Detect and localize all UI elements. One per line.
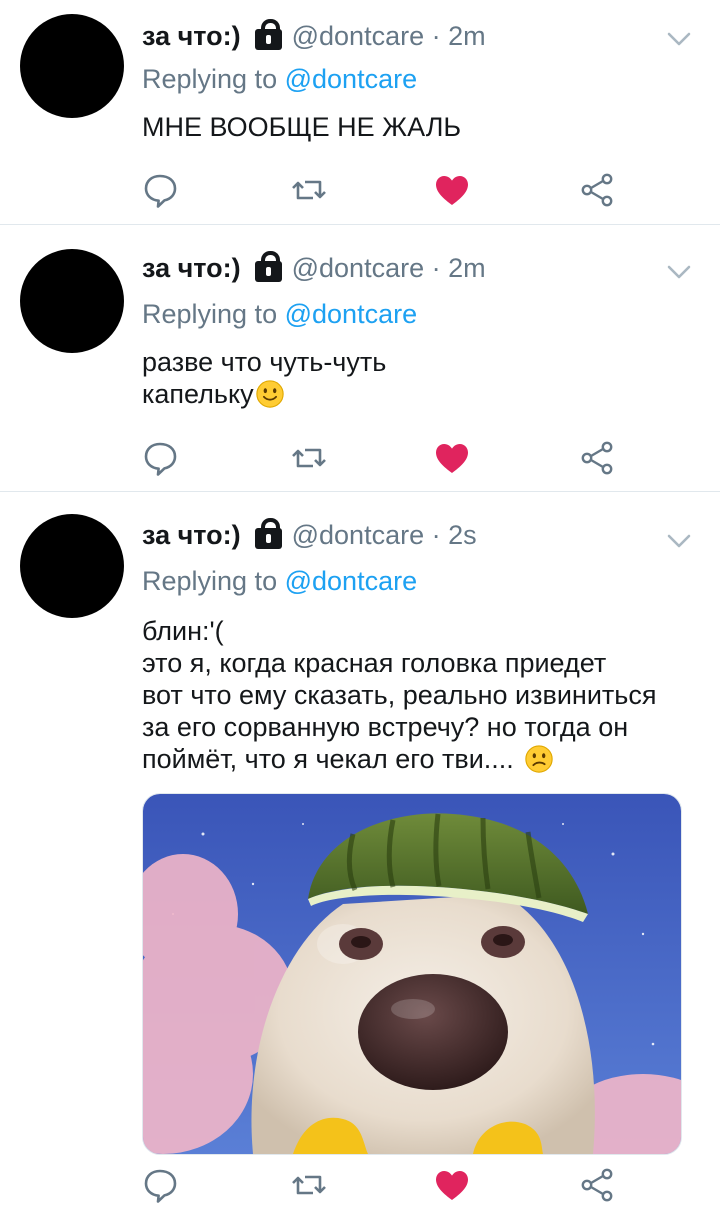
retweet-icon[interactable] <box>289 1165 329 1205</box>
user-handle[interactable]: @dontcare <box>292 520 424 551</box>
avatar[interactable] <box>20 249 124 353</box>
tweet-media-image[interactable] <box>142 793 682 1155</box>
timestamp[interactable]: 2m <box>448 21 486 52</box>
retweet-icon[interactable] <box>289 438 329 478</box>
tweet-text-line: капельку <box>142 378 702 410</box>
tweet-text-line: поймёт, что я чекал его тви.... <box>142 743 702 775</box>
tweet-text-line-content: капельку <box>142 379 254 409</box>
separator-dot: · <box>424 252 449 283</box>
tweet-header: за что:) @dontcare · 2m <box>142 248 486 288</box>
reply-icon[interactable] <box>140 438 180 478</box>
timestamp[interactable]: 2m <box>448 253 486 284</box>
tweet-text-line-content: поймёт, что я чекал его тви.... <box>142 744 514 774</box>
display-name[interactable]: за что:) <box>142 520 241 551</box>
tweet-header: за что:) @dontcare · 2m <box>142 16 486 56</box>
replying-to: Replying to @dontcare <box>142 64 417 95</box>
replying-to-handle[interactable]: @dontcare <box>285 299 417 329</box>
retweet-icon[interactable] <box>289 170 329 210</box>
user-handle[interactable]: @dontcare <box>292 21 424 52</box>
reply-icon[interactable] <box>140 1165 180 1205</box>
display-name[interactable]: за что:) <box>142 21 241 52</box>
heart-icon[interactable] <box>432 170 472 210</box>
display-name[interactable]: за что:) <box>142 253 241 284</box>
tweet-text-line: это я, когда красная головка приедет <box>142 648 607 678</box>
replying-to-handle[interactable]: @dontcare <box>285 566 417 596</box>
chevron-down-icon[interactable] <box>666 528 692 554</box>
smiling-face-emoji-icon <box>255 379 285 409</box>
replying-to-label: Replying to <box>142 64 278 94</box>
replying-to-handle[interactable]: @dontcare <box>285 64 417 94</box>
share-icon[interactable] <box>577 1165 617 1205</box>
replying-to-label: Replying to <box>142 299 278 329</box>
lock-icon <box>254 251 282 282</box>
replying-to: Replying to @dontcare <box>142 566 417 597</box>
reply-icon[interactable] <box>140 170 180 210</box>
tweet-text-line: за его сорванную встречу? но тогда он <box>142 712 629 742</box>
tweet-text: разве что чуть-чуть капельку <box>142 346 702 410</box>
tweet-text: МНЕ ВООБЩЕ НЕ ЖАЛЬ <box>142 112 462 142</box>
heart-icon[interactable] <box>432 1165 472 1205</box>
dog-watermelon-helmet-photo <box>143 794 681 1154</box>
chevron-down-icon[interactable] <box>666 259 692 285</box>
confused-face-emoji-icon <box>524 744 554 774</box>
tweet-text: блин:'( это я, когда красная головка при… <box>142 615 702 775</box>
tweet-text-line: блин:'( <box>142 616 224 646</box>
tweet-3[interactable]: за что:) @dontcare · 2s Replying to @don… <box>0 492 720 1212</box>
timestamp[interactable]: 2s <box>448 520 477 551</box>
share-icon[interactable] <box>577 170 617 210</box>
user-handle[interactable]: @dontcare <box>292 253 424 284</box>
chevron-down-icon[interactable] <box>666 26 692 52</box>
separator-dot: · <box>424 20 449 51</box>
avatar[interactable] <box>20 514 124 618</box>
tweet-text-line: вот что ему сказать, реально извиниться <box>142 680 657 710</box>
lock-icon <box>254 518 282 549</box>
separator-dot: · <box>424 519 449 550</box>
avatar[interactable] <box>20 14 124 118</box>
lock-icon <box>254 19 282 50</box>
share-icon[interactable] <box>577 438 617 478</box>
tweet-2[interactable]: за что:) @dontcare · 2m Replying to @don… <box>0 225 720 492</box>
tweet-1[interactable]: за что:) @dontcare · 2m Replying to @don… <box>0 0 720 225</box>
tweet-header: за что:) @dontcare · 2s <box>142 515 477 555</box>
replying-to-label: Replying to <box>142 566 278 596</box>
replying-to: Replying to @dontcare <box>142 299 417 330</box>
heart-icon[interactable] <box>432 438 472 478</box>
tweet-text-line: разве что чуть-чуть <box>142 347 387 377</box>
